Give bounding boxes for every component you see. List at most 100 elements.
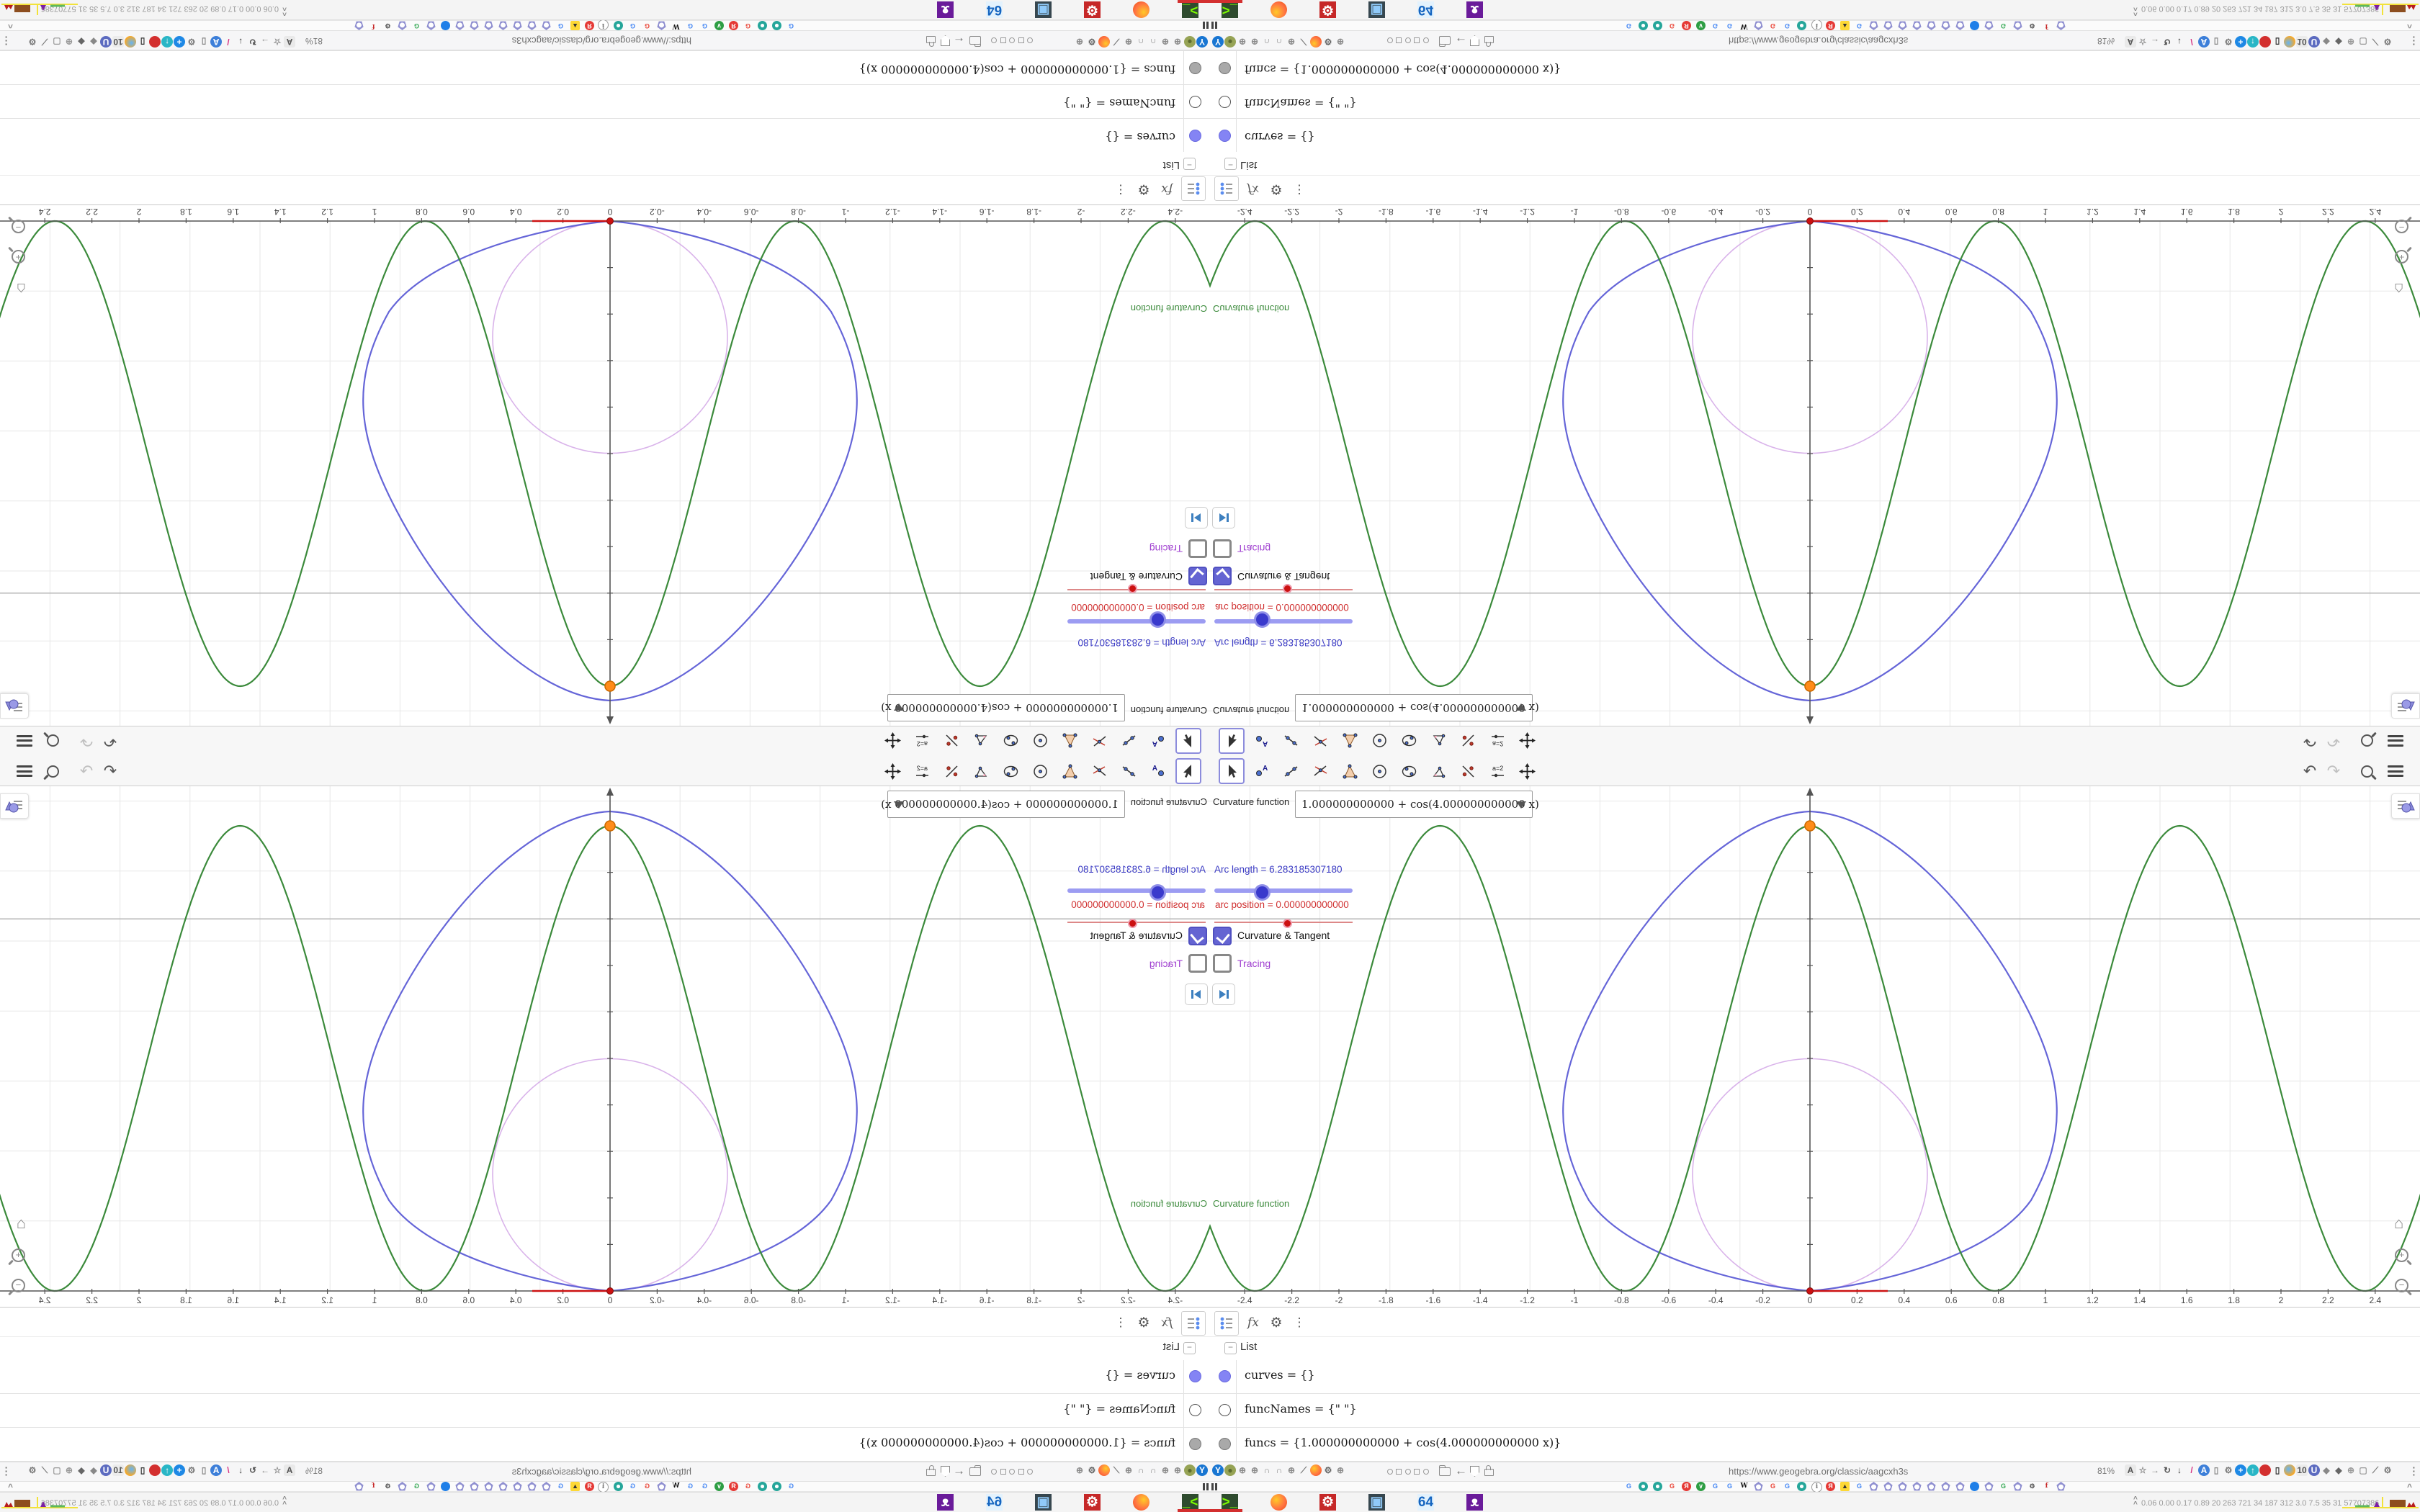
zoom-level-badge[interactable]: 81%: [2097, 36, 2115, 46]
uo-icon[interactable]: U: [2308, 1464, 2320, 1476]
google-icon[interactable]: G: [556, 21, 565, 30]
geogebra-icon[interactable]: [1984, 1482, 1994, 1491]
slider-knob[interactable]: [1128, 584, 1137, 593]
tool-move[interactable]: [1175, 758, 1201, 784]
collapse-icon[interactable]: −: [1224, 1342, 1237, 1354]
olive-circle-icon[interactable]: ●: [1184, 1464, 1196, 1476]
menu-icon[interactable]: [14, 761, 35, 781]
redo-icon[interactable]: ↷: [2323, 761, 2344, 781]
tool-polygon[interactable]: [1057, 758, 1083, 784]
arc-position-slider[interactable]: [1067, 919, 1206, 928]
settings-red-icon[interactable]: ⚙: [1084, 1494, 1101, 1511]
firefox-icon[interactable]: [1270, 1494, 1287, 1511]
geogebra-icon[interactable]: [1883, 1482, 1893, 1491]
bookmarks-bar[interactable]: G G Я ∨ G G W G Gi Я ▲ G G ⚙ f ^: [0, 1482, 1210, 1493]
olive-circle-icon[interactable]: ●: [1184, 36, 1196, 48]
uo-icon[interactable]: U: [100, 1464, 112, 1476]
firefox-icon[interactable]: [1133, 1494, 1150, 1511]
graphics-view[interactable]: -2.4 -2.2 -2 -1.8 -1.6 -1.4 -1.2 -1 -0.8 -0.6 -0.4…: [0, 205, 1210, 726]
settings-red-icon[interactable]: ⚙: [1084, 1, 1101, 18]
forward-icon[interactable]: →: [2149, 36, 2161, 48]
back-arrow-icon[interactable]: ←: [1455, 34, 1467, 48]
floppy64-icon[interactable]: 64: [1417, 1, 1434, 18]
wikipedia-icon[interactable]: W: [671, 1482, 681, 1491]
visibility-toggle[interactable]: [1189, 1370, 1201, 1382]
olive-circle-icon[interactable]: ●: [1224, 36, 1236, 48]
visibility-toggle[interactable]: [1189, 1438, 1201, 1450]
redo-icon[interactable]: ↷: [76, 731, 97, 751]
shield-icon[interactable]: [1470, 35, 1479, 46]
tool-angle[interactable]: [969, 728, 995, 754]
ten-badge-icon[interactable]: 10: [2296, 36, 2308, 48]
tool-icon[interactable]: ⟋: [39, 36, 50, 48]
kebab-menu-icon[interactable]: ⋮: [1109, 178, 1132, 201]
f-icon[interactable]: f: [2042, 1482, 2051, 1491]
algebra-row-funcs[interactable]: funcs = {1.000000000000 + cos(4.00000000…: [1210, 50, 2420, 84]
green-dove-icon[interactable]: ∨: [714, 21, 724, 30]
folder-icon[interactable]: [969, 1467, 981, 1476]
gear-icon[interactable]: ⚙: [2027, 21, 2037, 30]
tool-move-graphics[interactable]: [880, 728, 906, 754]
tool-move-graphics[interactable]: [880, 758, 906, 784]
google-icon[interactable]: G: [700, 21, 709, 30]
visibility-toggle[interactable]: [1189, 130, 1201, 142]
curvature-tangent-checkbox[interactable]: [1188, 567, 1207, 585]
badge-icon[interactable]: ◆: [2333, 1464, 2344, 1476]
geogebra-icon[interactable]: [513, 1482, 522, 1491]
algebra-row-funcNames[interactable]: funcNames = {" "}: [1210, 84, 2420, 118]
cat-icon[interactable]: ᴥ: [1466, 1494, 1483, 1511]
google-icon[interactable]: G: [1768, 21, 1778, 30]
mouse-icon[interactable]: ▯: [198, 1464, 210, 1476]
tool-angle[interactable]: [1425, 758, 1451, 784]
globe-color-icon[interactable]: [2284, 1464, 2295, 1476]
tool-conic[interactable]: [998, 728, 1024, 754]
google-icon[interactable]: G: [743, 21, 753, 30]
ten-badge-icon[interactable]: 10: [2296, 1464, 2308, 1476]
chevron-up-icon[interactable]: ^ ^: [282, 1495, 287, 1508]
curvature-point[interactable]: [604, 680, 616, 692]
tool-conic[interactable]: [1396, 728, 1422, 754]
forward-icon[interactable]: →: [259, 1464, 271, 1476]
f-icon[interactable]: f: [369, 1482, 378, 1491]
globe-gray-icon[interactable]: ⊕: [2345, 36, 2357, 48]
globe-icon[interactable]: ⊕: [1172, 1464, 1183, 1476]
download-icon[interactable]: ↓: [235, 36, 246, 48]
list-group-header[interactable]: − List: [1210, 152, 2420, 176]
globe-icon[interactable]: ⊕: [1074, 1464, 1085, 1476]
puzzle-icon[interactable]: ▢: [2357, 36, 2369, 48]
sort-by-type-icon[interactable]: [1214, 176, 1239, 201]
algebra-row-curves[interactable]: curves = {}: [1210, 1360, 2420, 1394]
graphics-stylebar-button[interactable]: [0, 793, 29, 819]
info-icon[interactable]: i: [1811, 1482, 1822, 1493]
tool-polygon[interactable]: [1057, 728, 1083, 754]
bookmarks-expander-icon[interactable]: ^: [8, 20, 13, 30]
shield-up-icon[interactable]: ↑: [161, 1464, 173, 1476]
arc-position-slider[interactable]: [1214, 919, 1353, 928]
yandex-icon[interactable]: Я: [1682, 21, 1691, 30]
teal-icon[interactable]: [772, 1482, 781, 1491]
google-icon[interactable]: G: [1624, 1482, 1634, 1491]
pen-icon[interactable]: /: [2186, 36, 2197, 48]
redo-icon[interactable]: ↷: [76, 761, 97, 781]
google-icon[interactable]: G: [743, 1482, 753, 1491]
gear-icon[interactable]: ⚙: [27, 36, 38, 48]
image-icon[interactable]: ▲: [570, 1482, 580, 1491]
tool-move-graphics[interactable]: [1514, 728, 1540, 754]
overflow-menu-icon[interactable]: ⋮: [2408, 35, 2419, 48]
pen-icon[interactable]: /: [223, 36, 234, 48]
geogebra-icon[interactable]: [657, 1482, 666, 1491]
pen-icon[interactable]: /: [223, 1464, 234, 1476]
geogebra-icon[interactable]: [398, 1482, 407, 1491]
zoom-level-badge[interactable]: 81%: [305, 1466, 323, 1476]
tool-intersect-lines[interactable]: [1307, 728, 1333, 754]
geogebra-icon[interactable]: [354, 1482, 364, 1491]
undo-icon[interactable]: ↶: [2300, 731, 2320, 751]
google-icon[interactable]: G: [628, 21, 637, 30]
zoom-in-icon[interactable]: +: [12, 250, 25, 264]
settings-red-icon[interactable]: ⚙: [1319, 1, 1336, 18]
green-dove-icon[interactable]: ∨: [714, 1482, 724, 1491]
tool-transform[interactable]: [1455, 728, 1481, 754]
globe-icon[interactable]: ⊕: [1160, 1464, 1171, 1476]
geogebra-icon[interactable]: [1898, 21, 1907, 30]
record-icon[interactable]: [2259, 36, 2271, 48]
